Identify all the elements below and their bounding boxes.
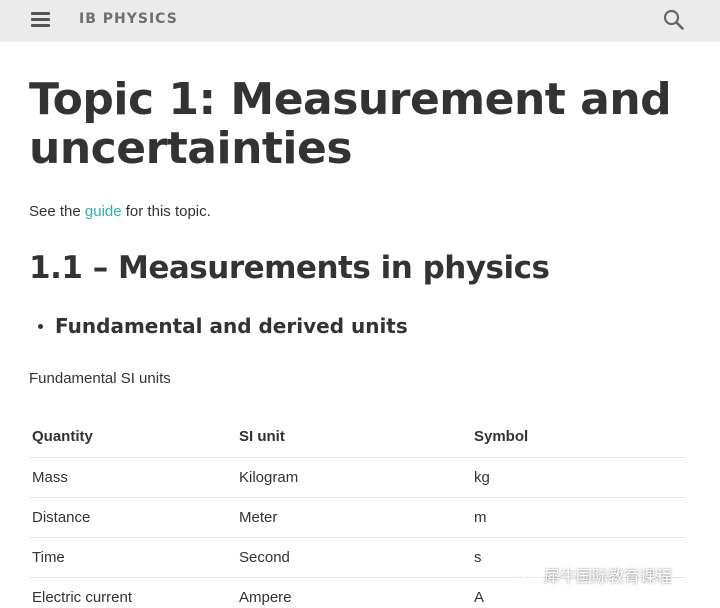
table-row: Mass Kilogram kg	[29, 456, 685, 497]
cell-quantity: Electric current	[29, 576, 236, 608]
intro-before: See the	[29, 203, 85, 220]
watermark-text: 犀牛国际教育课程	[544, 567, 673, 586]
intro-after: for this topic.	[121, 203, 211, 220]
page-title: Topic 1: Measurement and uncertainties	[29, 74, 672, 174]
guide-link[interactable]: guide	[85, 203, 122, 220]
section-title: 1.1 – Measurements in physics	[29, 250, 550, 286]
column-header-symbol: Symbol	[474, 428, 529, 446]
bullet-icon	[38, 323, 43, 329]
top-bar: IB PHYSICS	[0, 0, 720, 42]
table-header-row: Quantity SI unit Symbol	[29, 417, 685, 457]
table-caption: Fundamental SI units	[29, 370, 171, 387]
column-header-quantity: Quantity	[32, 428, 93, 446]
wechat-logo-icon	[514, 565, 539, 585]
cell-si-unit: Kilogram	[236, 456, 471, 497]
cell-si-unit: Second	[236, 536, 471, 577]
watermark: 犀牛国际教育课程	[514, 563, 672, 587]
cell-si-unit: Meter	[236, 496, 471, 537]
table-row: Distance Meter m	[29, 496, 685, 537]
cell-quantity: Distance	[29, 496, 236, 537]
subsection-title: Fundamental and derived units	[55, 314, 408, 338]
cell-symbol: kg	[471, 456, 685, 497]
hamburger-menu-icon[interactable]	[31, 12, 50, 28]
site-title[interactable]: IB PHYSICS	[79, 11, 178, 27]
cell-quantity: Mass	[29, 456, 236, 497]
cell-si-unit: Ampere	[236, 576, 471, 608]
column-header-si-unit: SI unit	[239, 428, 285, 446]
cell-symbol: m	[471, 496, 685, 537]
cell-quantity: Time	[29, 536, 236, 577]
intro-text: See the guide for this topic.	[29, 203, 211, 220]
subsection-list-item: Fundamental and derived units	[38, 314, 408, 338]
search-icon[interactable]	[663, 9, 685, 31]
